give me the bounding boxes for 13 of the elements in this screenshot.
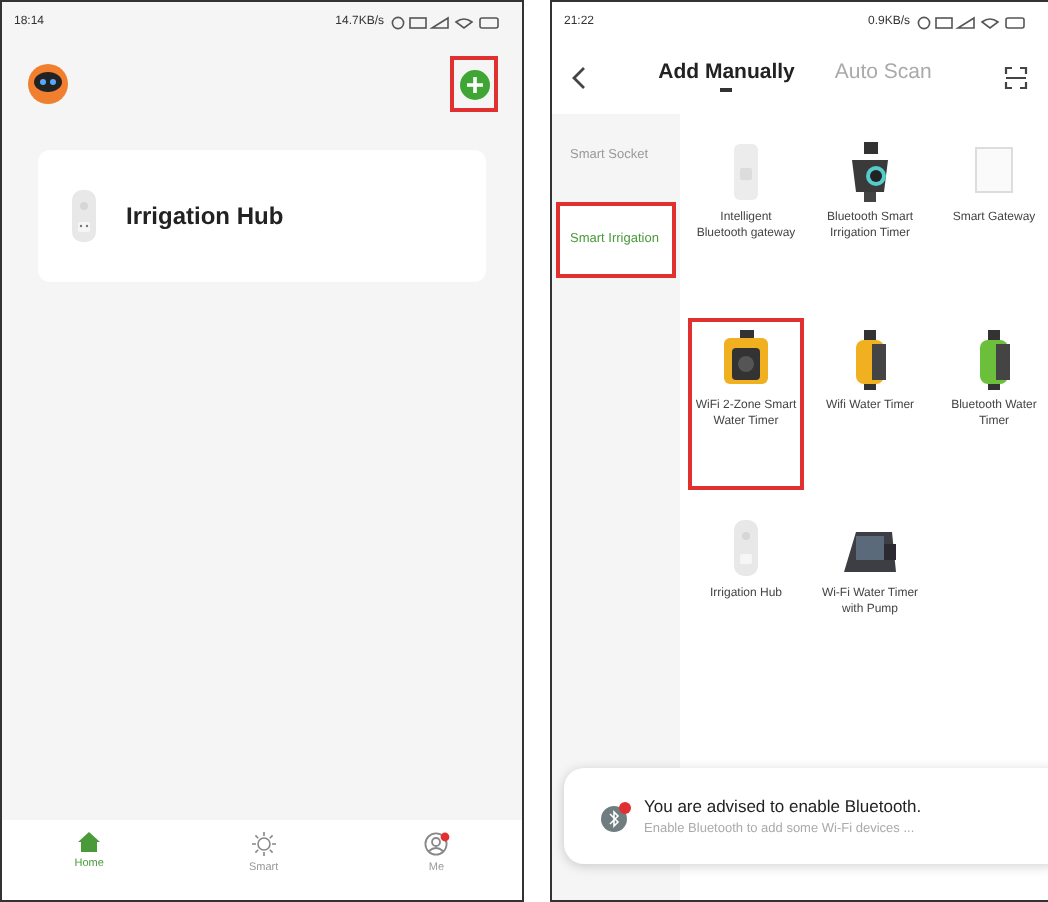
- back-icon[interactable]: [572, 66, 586, 90]
- add-button[interactable]: [450, 56, 498, 112]
- scan-icon[interactable]: [1004, 66, 1028, 90]
- tab[interactable]: Add Manually: [658, 60, 795, 96]
- bluetooth-icon: [600, 801, 632, 831]
- sun-icon: [251, 832, 276, 856]
- device-card[interactable]: Irrigation Hub: [38, 150, 486, 282]
- notice-title: You are advised to enable Bluetooth.: [644, 796, 922, 816]
- avatar-icon: [26, 62, 70, 106]
- add-icon: [459, 69, 489, 99]
- profile-icon: [423, 832, 450, 856]
- home-icon: [78, 832, 101, 852]
- device-name: Irrigation Hub: [126, 202, 284, 230]
